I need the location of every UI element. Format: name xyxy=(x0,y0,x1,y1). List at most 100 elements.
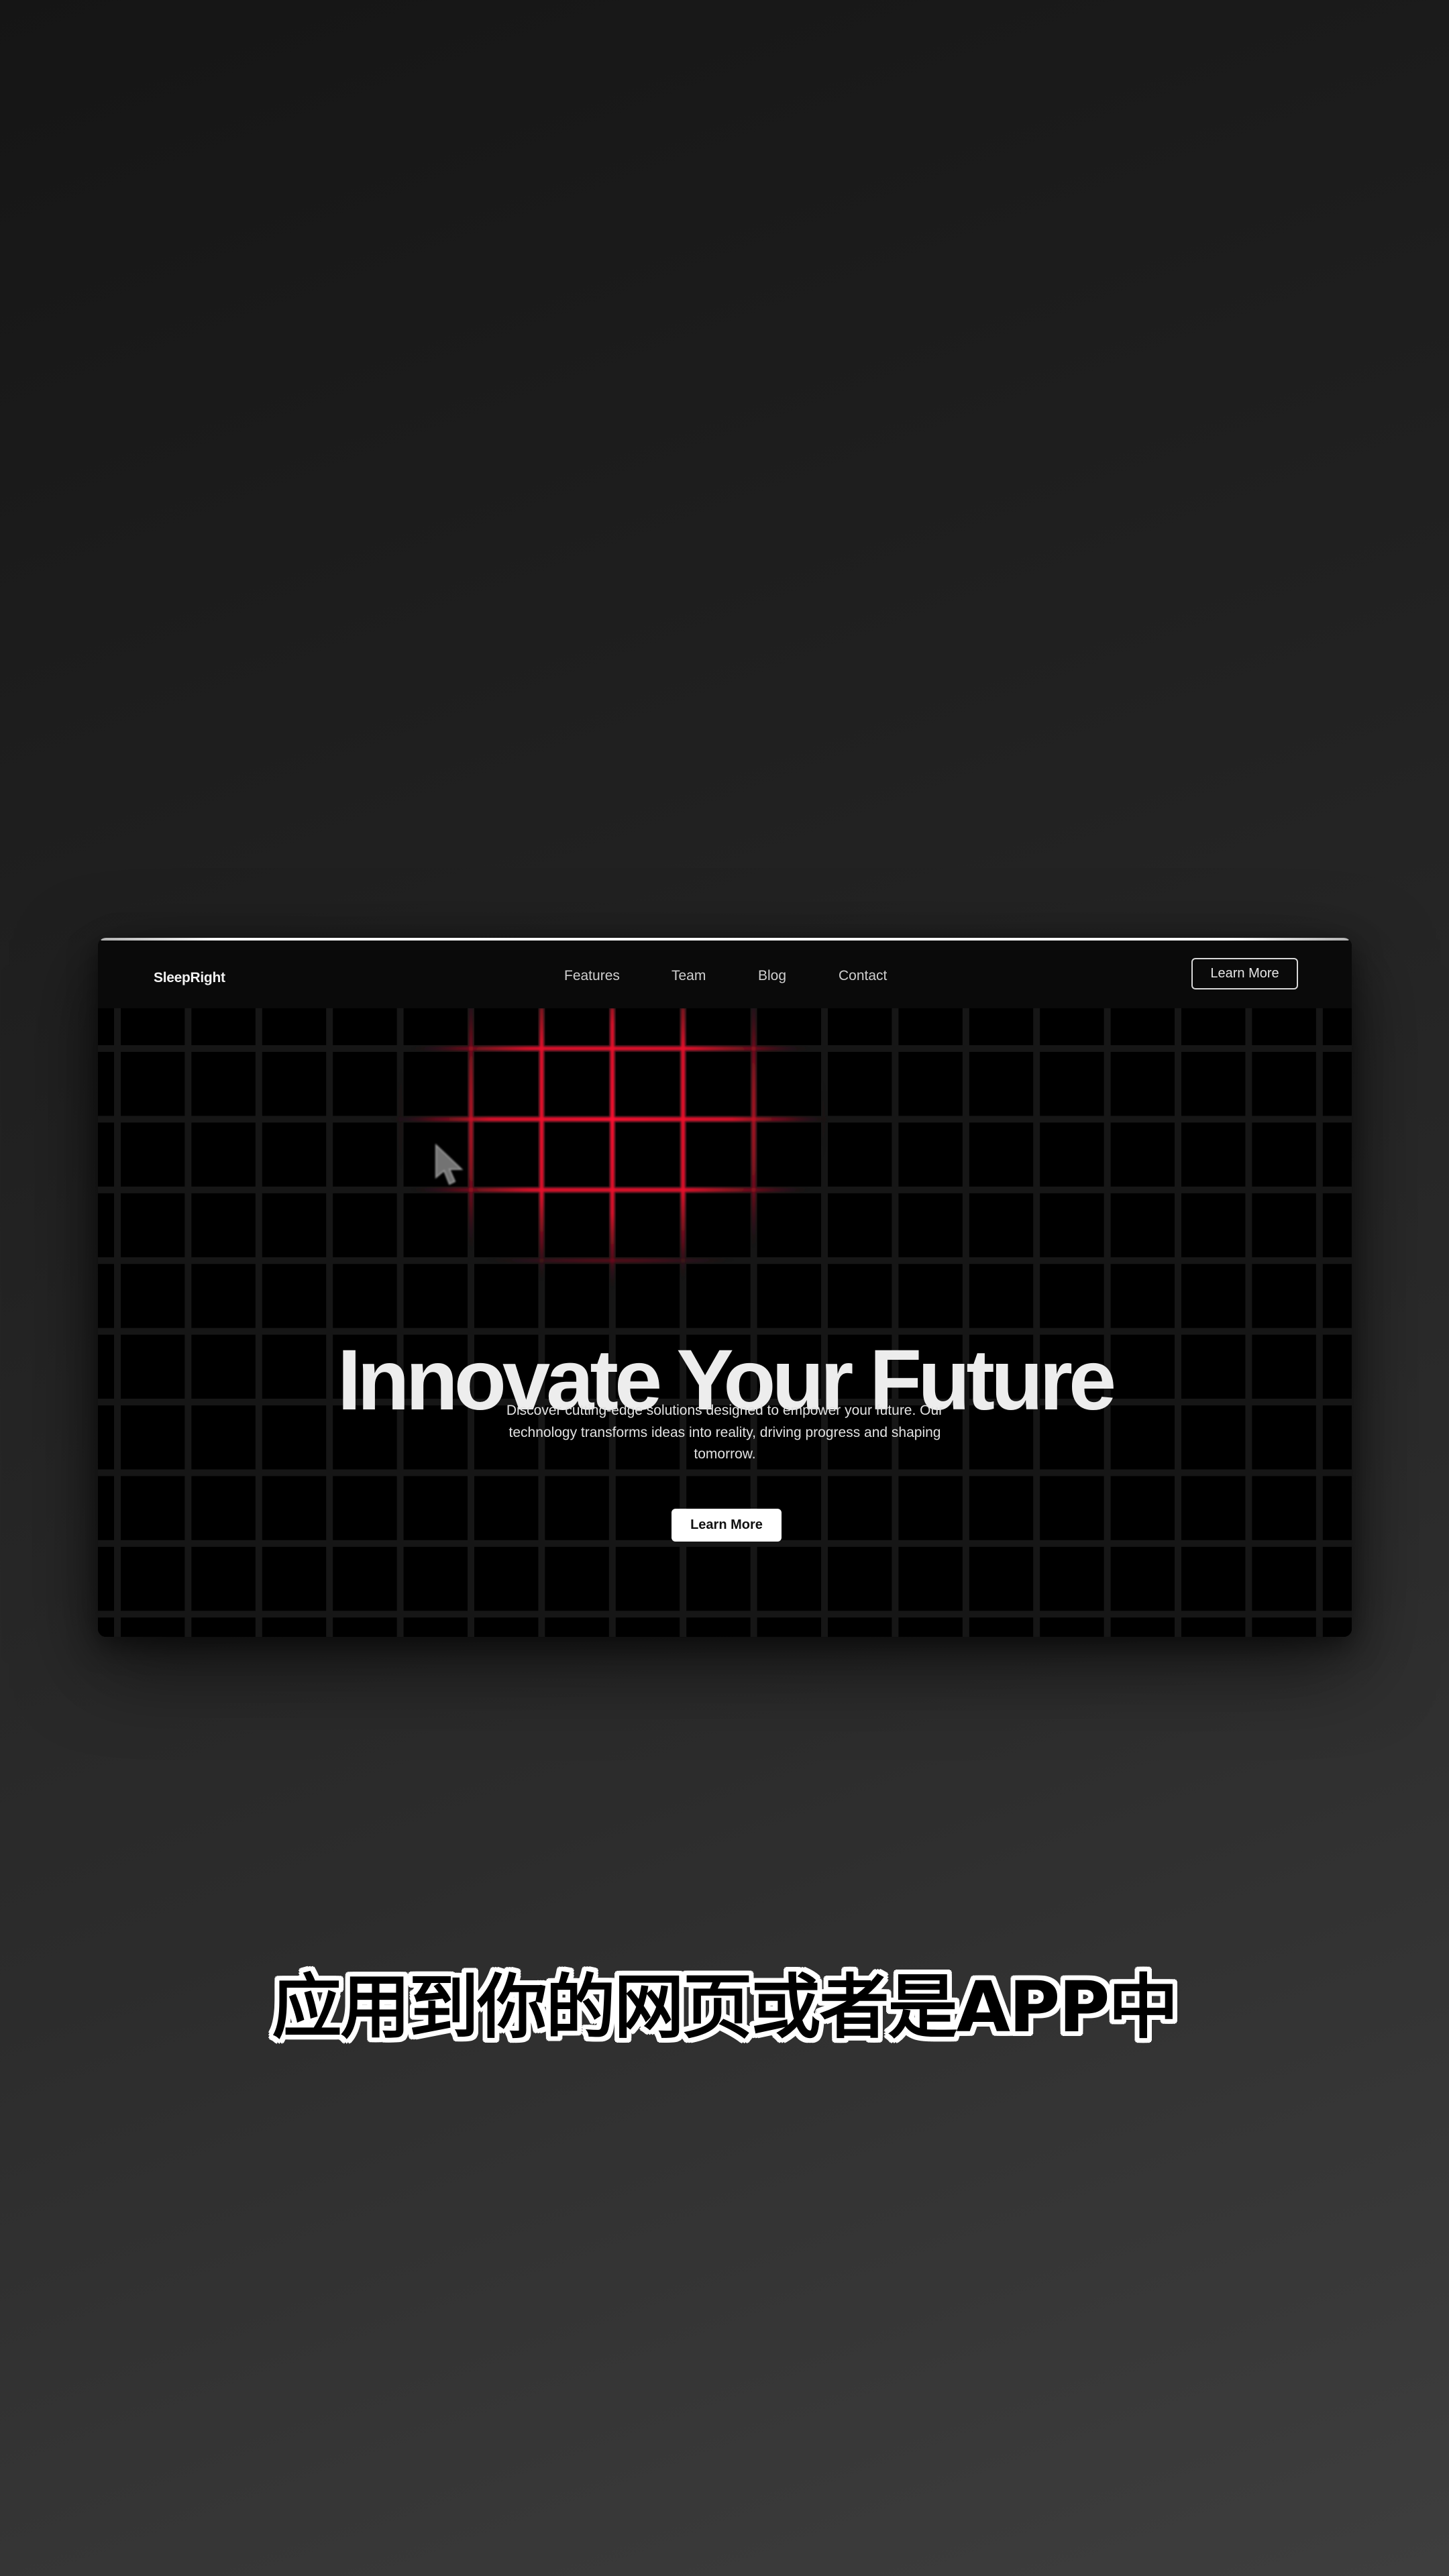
grid-cell xyxy=(758,1194,820,1256)
grid-cell xyxy=(334,1008,396,1044)
grid-cell xyxy=(546,1008,608,1044)
grid-cell xyxy=(1253,1265,1315,1327)
grid-cell xyxy=(829,1053,891,1115)
grid-cell xyxy=(476,1194,537,1256)
grid-cell xyxy=(334,1265,396,1327)
grid-cell xyxy=(900,1194,961,1256)
grid-cell xyxy=(970,1265,1032,1327)
grid-cell xyxy=(334,1619,396,1637)
grid-cell xyxy=(193,1124,254,1185)
grid-cell xyxy=(970,1194,1032,1256)
grid-cell xyxy=(900,1619,961,1637)
grid-cell xyxy=(1112,1053,1173,1115)
grid-cell xyxy=(98,1194,113,1256)
grid-cell xyxy=(334,1053,396,1115)
grid-cell xyxy=(1324,1477,1352,1539)
grid-cell xyxy=(1041,1053,1103,1115)
grid-cell xyxy=(263,1619,325,1637)
grid-cell xyxy=(616,1124,679,1185)
grid-cell xyxy=(98,1008,113,1044)
grid-cell xyxy=(546,1477,608,1539)
grid-cell xyxy=(1324,1619,1352,1637)
grid-cell xyxy=(1183,1477,1244,1539)
grid-cell xyxy=(1324,1053,1352,1115)
grid-cell xyxy=(1183,1053,1244,1115)
grid-cell xyxy=(1183,1265,1244,1327)
grid-cell xyxy=(98,1124,113,1185)
grid-cell xyxy=(1112,1548,1173,1610)
grid-cell xyxy=(405,1477,466,1539)
grid-cell xyxy=(1253,1053,1315,1115)
grid-cell xyxy=(1112,1619,1173,1637)
grid-cell xyxy=(1324,1008,1352,1044)
grid-cell xyxy=(1112,1194,1173,1256)
nav-link-features[interactable]: Features xyxy=(564,968,620,984)
grid-cell xyxy=(970,1008,1032,1044)
frame-top-highlight xyxy=(101,938,1349,941)
grid-cell xyxy=(1183,1619,1244,1637)
grid-glow-horizontal xyxy=(98,1117,1352,1122)
grid-cell xyxy=(122,1548,184,1610)
grid-cell xyxy=(98,1619,113,1637)
grid-cell xyxy=(1253,1477,1315,1539)
nav-learn-more-button[interactable]: Learn More xyxy=(1191,958,1298,989)
grid-glow-horizontal xyxy=(98,1046,1352,1051)
brand-logo[interactable]: SleepRight xyxy=(154,970,225,986)
grid-cell xyxy=(122,1194,184,1256)
grid-cell xyxy=(193,1194,254,1256)
grid-glow-horizontal xyxy=(98,1187,1352,1192)
grid-cell xyxy=(758,1619,820,1637)
grid-cell xyxy=(900,1548,961,1610)
hero-section: Innovate Your Future Discover cutting-ed… xyxy=(98,1008,1352,1637)
grid-cell xyxy=(193,1265,254,1327)
website-preview-frame: SleepRight Features Team Blog Contact Le… xyxy=(98,938,1352,1637)
grid-cell xyxy=(98,1053,113,1115)
grid-cell xyxy=(970,1619,1032,1637)
hero-learn-more-button[interactable]: Learn More xyxy=(672,1509,782,1542)
grid-cell xyxy=(829,1124,891,1185)
grid-cell xyxy=(1183,1008,1244,1044)
grid-cell xyxy=(616,1265,679,1327)
nav-link-contact[interactable]: Contact xyxy=(839,968,887,984)
grid-cell xyxy=(405,1008,466,1044)
grid-cell xyxy=(900,1053,961,1115)
grid-cell xyxy=(98,1477,113,1539)
grid-cell xyxy=(122,1053,184,1115)
grid-cell xyxy=(616,1053,679,1115)
grid-cell xyxy=(900,1477,961,1539)
grid-glow-horizontal xyxy=(98,1470,1352,1475)
grid-cell xyxy=(970,1124,1032,1185)
grid-cell xyxy=(476,1124,537,1185)
grid-cell xyxy=(1253,1008,1315,1044)
grid-cell xyxy=(1183,1124,1244,1185)
grid-cell xyxy=(758,1008,820,1044)
grid-cell xyxy=(900,1124,961,1185)
grid-cell xyxy=(1041,1619,1103,1637)
grid-cell xyxy=(1112,1124,1173,1185)
grid-cell xyxy=(476,1477,537,1539)
grid-cell xyxy=(688,1265,749,1327)
grid-cell xyxy=(1041,1477,1103,1539)
grid-cell xyxy=(263,1008,325,1044)
grid-cell xyxy=(546,1265,608,1327)
grid-cell xyxy=(546,1194,608,1256)
grid-cell xyxy=(263,1053,325,1115)
grid-cell xyxy=(970,1548,1032,1610)
nav-link-team[interactable]: Team xyxy=(672,968,706,984)
grid-cell xyxy=(616,1619,679,1637)
grid-cell xyxy=(688,1008,749,1044)
nav-link-blog[interactable]: Blog xyxy=(758,968,786,984)
hero-subtitle: Discover cutting-edge solutions designed… xyxy=(506,1403,944,1462)
grid-cell xyxy=(122,1477,184,1539)
grid-cell xyxy=(829,1008,891,1044)
grid-cell xyxy=(334,1548,396,1610)
grid-cell xyxy=(476,1053,537,1115)
grid-cell xyxy=(1041,1124,1103,1185)
grid-cell xyxy=(1253,1194,1315,1256)
grid-cell xyxy=(900,1008,961,1044)
grid-cell xyxy=(546,1548,608,1610)
grid-cell xyxy=(616,1477,679,1539)
grid-cell xyxy=(1041,1265,1103,1327)
grid-cell xyxy=(1324,1124,1352,1185)
grid-cell xyxy=(1253,1619,1315,1637)
